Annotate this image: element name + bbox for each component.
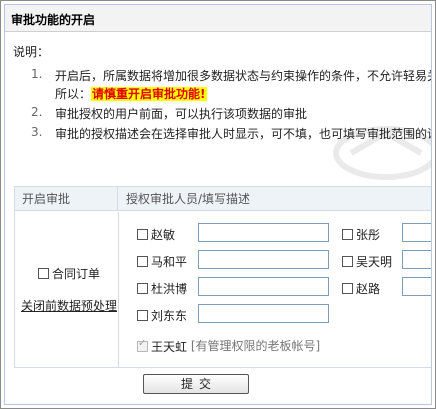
approver-name: 马和平 bbox=[151, 255, 188, 269]
preprocess-data-link[interactable]: 关闭前数据预处理 bbox=[21, 297, 117, 314]
enable-cell: 合同订单 关闭前数据预处理 bbox=[15, 212, 119, 367]
approver-duhongbo[interactable]: 杜洪博 bbox=[137, 280, 187, 297]
approver-admin: 王天虹 [有管理权限的老板帐号] bbox=[137, 337, 320, 355]
approver-zhaomin[interactable]: 赵敏 bbox=[137, 226, 175, 243]
approver-name: 张彤 bbox=[356, 228, 381, 242]
contract-order-checkbox[interactable] bbox=[38, 268, 49, 279]
description-item-3: 审批的授权描述会在选择审批人时显示，可不填，也可填写审批范围的说 bbox=[55, 127, 432, 141]
item-number: 3. bbox=[31, 125, 43, 139]
approver-name: 杜洪博 bbox=[151, 282, 188, 296]
approver-desc-input[interactable] bbox=[402, 223, 431, 242]
approver-checkbox[interactable] bbox=[342, 283, 353, 294]
admin-checkbox-disabled bbox=[137, 338, 148, 352]
item-number: 2. bbox=[31, 105, 43, 119]
approver-desc-input[interactable] bbox=[198, 277, 329, 296]
description-item-1-line2: 所以：请慎重开启审批功能! bbox=[55, 85, 207, 102]
dialog-title: 审批功能的开启 bbox=[11, 13, 96, 27]
approver-desc-input[interactable] bbox=[198, 304, 329, 323]
dialog-frame: 审批功能的开启 说明： 1. 开启后，所属数据将增加很多数据状态与约束操作的条件… bbox=[0, 0, 436, 409]
approval-table: 开启审批 授权审批人员/填写描述 合同订单 关闭前数据预处理 赵敏 张彤 马和平 bbox=[14, 186, 431, 368]
admin-note: [有管理权限的老板帐号] bbox=[190, 339, 321, 353]
col-header-enable: 开启审批 bbox=[15, 187, 118, 211]
description-item-2: 审批授权的用户前面，可以执行该项数据的审批 bbox=[55, 107, 308, 121]
approver-wutianming[interactable]: 吴天明 bbox=[342, 253, 392, 270]
approver-checkbox[interactable] bbox=[342, 229, 353, 240]
approver-name: 赵路 bbox=[356, 282, 381, 296]
item-number: 1. bbox=[31, 67, 43, 81]
approver-mahepeng[interactable]: 马和平 bbox=[137, 253, 187, 270]
submit-button[interactable]: 提交 bbox=[143, 374, 249, 394]
contract-order-option[interactable]: 合同订单 bbox=[38, 265, 100, 282]
description-heading: 说明： bbox=[13, 45, 50, 59]
dialog-panel: 审批功能的开启 说明： 1. 开启后，所属数据将增加很多数据状态与约束操作的条件… bbox=[4, 4, 432, 405]
approver-checkbox[interactable] bbox=[137, 310, 148, 321]
approver-zhangtong[interactable]: 张彤 bbox=[342, 226, 380, 243]
approver-zhaolu[interactable]: 赵路 bbox=[342, 280, 380, 297]
approver-desc-input[interactable] bbox=[198, 250, 329, 269]
approver-checkbox[interactable] bbox=[137, 256, 148, 267]
approver-liudongdong[interactable]: 刘东东 bbox=[137, 307, 187, 324]
warning-text: 请慎重开启审批功能! bbox=[91, 87, 207, 101]
contract-order-label: 合同订单 bbox=[52, 267, 101, 281]
approver-desc-input[interactable] bbox=[402, 277, 431, 296]
approver-name: 王天虹 bbox=[151, 340, 188, 354]
approver-checkbox[interactable] bbox=[137, 283, 148, 294]
approver-name: 吴天明 bbox=[356, 255, 393, 269]
approver-desc-input[interactable] bbox=[198, 223, 329, 242]
approver-desc-input[interactable] bbox=[402, 250, 431, 269]
approver-checkbox[interactable] bbox=[342, 256, 353, 267]
approver-checkbox[interactable] bbox=[137, 229, 148, 240]
so-prefix: 所以： bbox=[55, 87, 92, 101]
description-item-1: 开启后，所属数据将增加很多数据状态与约束操作的条件，不允许轻易关 bbox=[55, 69, 432, 83]
col-header-approvers: 授权审批人员/填写描述 bbox=[118, 187, 431, 211]
approver-name: 刘东东 bbox=[151, 309, 188, 323]
approver-name: 赵敏 bbox=[151, 228, 176, 242]
title-bar: 审批功能的开启 bbox=[5, 5, 431, 32]
